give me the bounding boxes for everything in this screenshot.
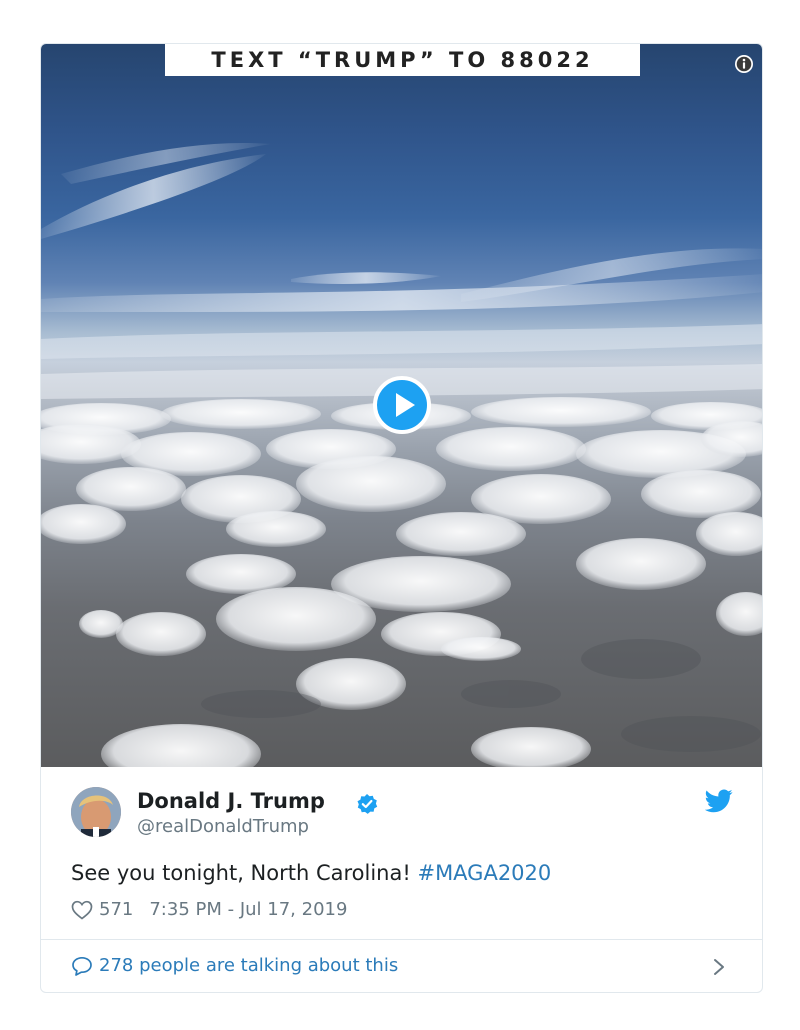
embedded-tweet-card: TEXT “TRUMP” TO 88022 Donald J. Trump @r… [40, 43, 763, 993]
comment-bubble-icon [72, 956, 92, 976]
tweet-body: See you tonight, North Carolina! [71, 861, 418, 885]
twitter-bird-icon[interactable] [705, 789, 733, 813]
author-name[interactable]: Donald J. Trump [137, 789, 325, 813]
tweet-text: See you tonight, North Carolina! #MAGA20… [71, 861, 551, 885]
chevron-right-icon[interactable] [712, 957, 726, 977]
hashtag-link[interactable]: #MAGA2020 [417, 861, 551, 885]
tweet-meta: 571 7:35 PM - Jul 17, 2019 [71, 899, 347, 920]
tweet-footer: Donald J. Trump @realDonaldTrump See you… [41, 767, 762, 992]
conversation-link[interactable]: 278 people are talking about this [71, 955, 398, 976]
like-count[interactable]: 571 [99, 899, 133, 920]
conversation-text[interactable]: 278 people are talking about this [99, 955, 398, 976]
play-icon[interactable] [373, 376, 431, 434]
author-avatar-image [71, 787, 121, 837]
promo-banner: TEXT “TRUMP” TO 88022 [165, 44, 640, 76]
divider [41, 939, 762, 940]
verified-badge-icon [357, 794, 378, 814]
timestamp-link[interactable]: 7:35 PM - Jul 17, 2019 [149, 899, 347, 920]
info-icon[interactable] [734, 54, 754, 74]
heart-icon[interactable] [71, 900, 93, 920]
avatar[interactable] [71, 787, 121, 837]
video-media[interactable]: TEXT “TRUMP” TO 88022 [41, 44, 762, 767]
author-handle[interactable]: @realDonaldTrump [137, 816, 309, 837]
